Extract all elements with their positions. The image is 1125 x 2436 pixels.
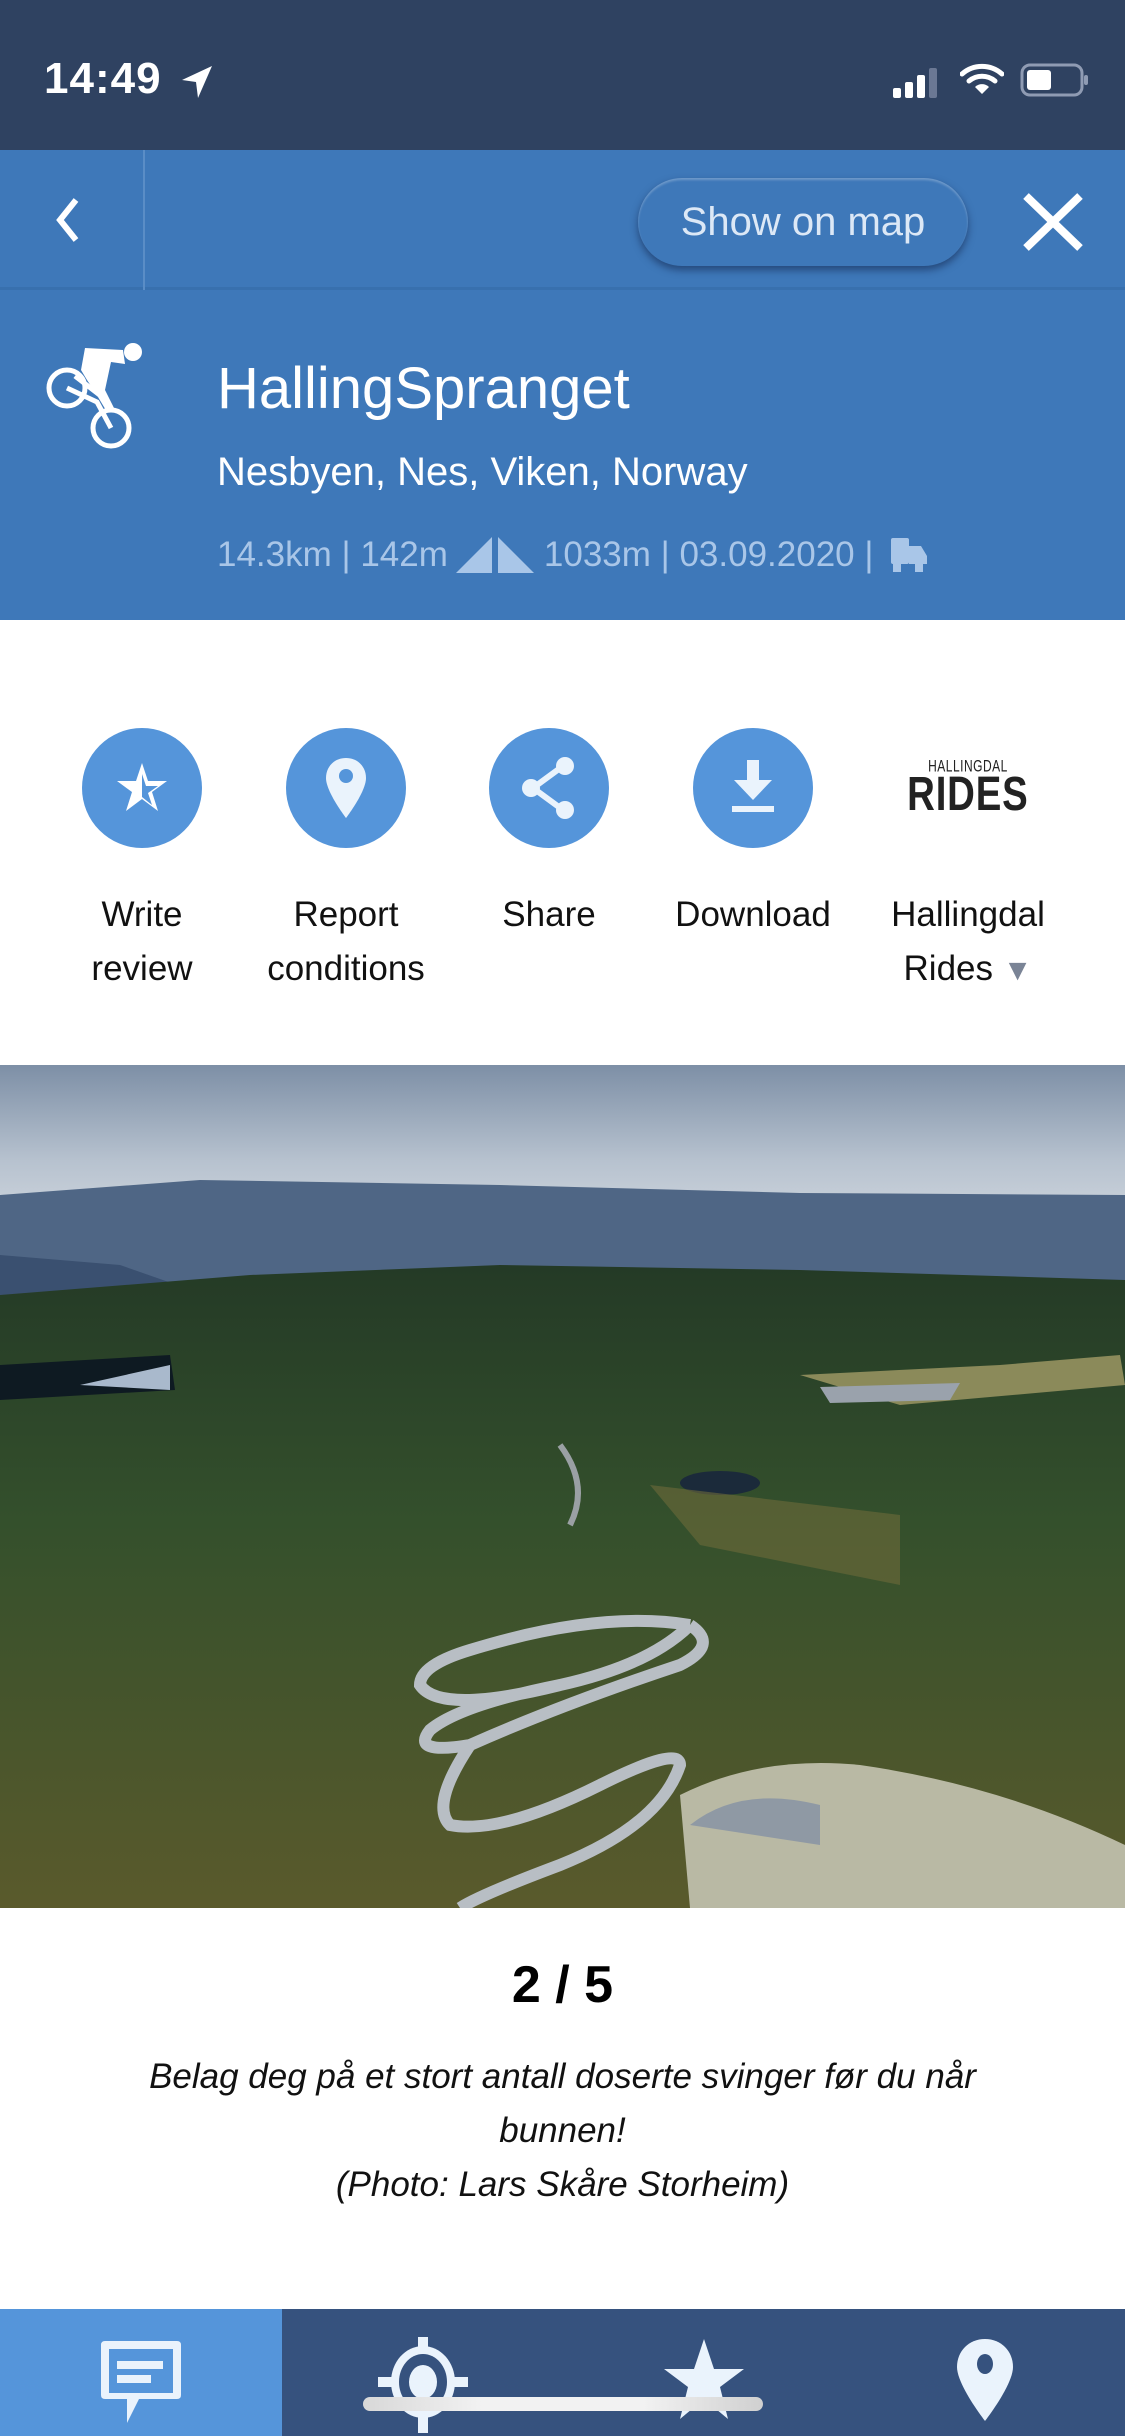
- share-button[interactable]: Share: [454, 728, 644, 942]
- action-label: Share: [502, 895, 596, 934]
- tab-comments[interactable]: [0, 2309, 282, 2436]
- share-icon: [489, 728, 609, 848]
- route-date: 03.09.2020: [679, 535, 855, 574]
- action-row: Write review Report conditions Share Downl…: [0, 690, 1125, 1030]
- action-label: Download: [675, 895, 831, 934]
- gallery-photo[interactable]: [0, 1065, 1125, 1908]
- action-label: Rides: [903, 949, 994, 988]
- close-button[interactable]: [1018, 190, 1088, 254]
- stats-separator: |: [650, 535, 680, 574]
- write-review-button[interactable]: Write review: [47, 728, 237, 996]
- back-button[interactable]: [40, 190, 100, 250]
- route-distance: 14.3km: [217, 535, 332, 574]
- stats-separator: |: [331, 535, 361, 574]
- shuttle-truck-icon: [891, 538, 928, 572]
- download-button[interactable]: Download: [658, 728, 848, 942]
- action-label: Report: [293, 895, 399, 934]
- route-climb: 142m: [360, 535, 448, 574]
- navigation-bar: Show on map: [0, 150, 1125, 290]
- status-time: 14:49: [44, 54, 162, 103]
- nav-divider: [143, 150, 145, 290]
- tab-bar: [0, 2309, 1125, 2436]
- show-on-map-button[interactable]: Show on map: [638, 178, 968, 266]
- report-conditions-button[interactable]: Report conditions: [251, 728, 441, 996]
- gallery-counter: 2 / 5: [511, 1956, 614, 2014]
- hallingdal-rides-logo: HALLINGDAL RIDES: [907, 728, 1029, 848]
- location-arrow-icon: [182, 66, 212, 98]
- route-title: HallingSpranget: [217, 356, 630, 421]
- battery-icon: [1020, 63, 1088, 97]
- route-descent: 1033m: [543, 535, 651, 574]
- location-pin-icon: [956, 2339, 1013, 2421]
- photo-credit: (Photo: Lars Skåre Storheim): [335, 2165, 790, 2204]
- elevation-icon: [455, 537, 534, 573]
- hallingdal-rides-button[interactable]: HALLINGDAL RIDES Hallingdal Rides ▼: [873, 728, 1063, 998]
- star-half-icon: [82, 728, 202, 848]
- comments-icon: [101, 2341, 181, 2423]
- home-indicator[interactable]: [363, 2397, 763, 2411]
- action-label: review: [91, 949, 193, 988]
- photo-caption: Belag deg på et stort antall doserte svi…: [100, 2050, 1025, 2212]
- route-location: Nesbyen, Nes, Viken, Norway: [217, 450, 748, 494]
- cellular-signal-icon: [893, 68, 937, 98]
- tab-locate[interactable]: [282, 2309, 563, 2436]
- route-stats: 14.3km | 142m 1033m | 03.09.2020 |: [217, 535, 935, 575]
- tab-location[interactable]: [844, 2309, 1125, 2436]
- mountain-bike-icon: [46, 343, 142, 449]
- locate-icon: [377, 2337, 468, 2433]
- tab-favorites[interactable]: [563, 2309, 844, 2436]
- action-label: Hallingdal: [891, 895, 1045, 934]
- logo-big-text: RIDES: [907, 768, 1029, 821]
- action-label: conditions: [267, 949, 425, 988]
- route-header: HallingSpranget Nesbyen, Nes, Viken, Nor…: [0, 290, 1125, 620]
- stats-separator: |: [854, 535, 884, 574]
- map-pin-icon: [286, 728, 406, 848]
- wifi-icon: [960, 63, 1004, 94]
- caption-text: Belag deg på et stort antall doserte svi…: [149, 2057, 976, 2150]
- download-icon: [693, 728, 813, 848]
- dropdown-triangle-icon: ▼: [1002, 954, 1033, 987]
- action-label: Write: [101, 895, 183, 934]
- status-bar: 14:49: [0, 0, 1125, 150]
